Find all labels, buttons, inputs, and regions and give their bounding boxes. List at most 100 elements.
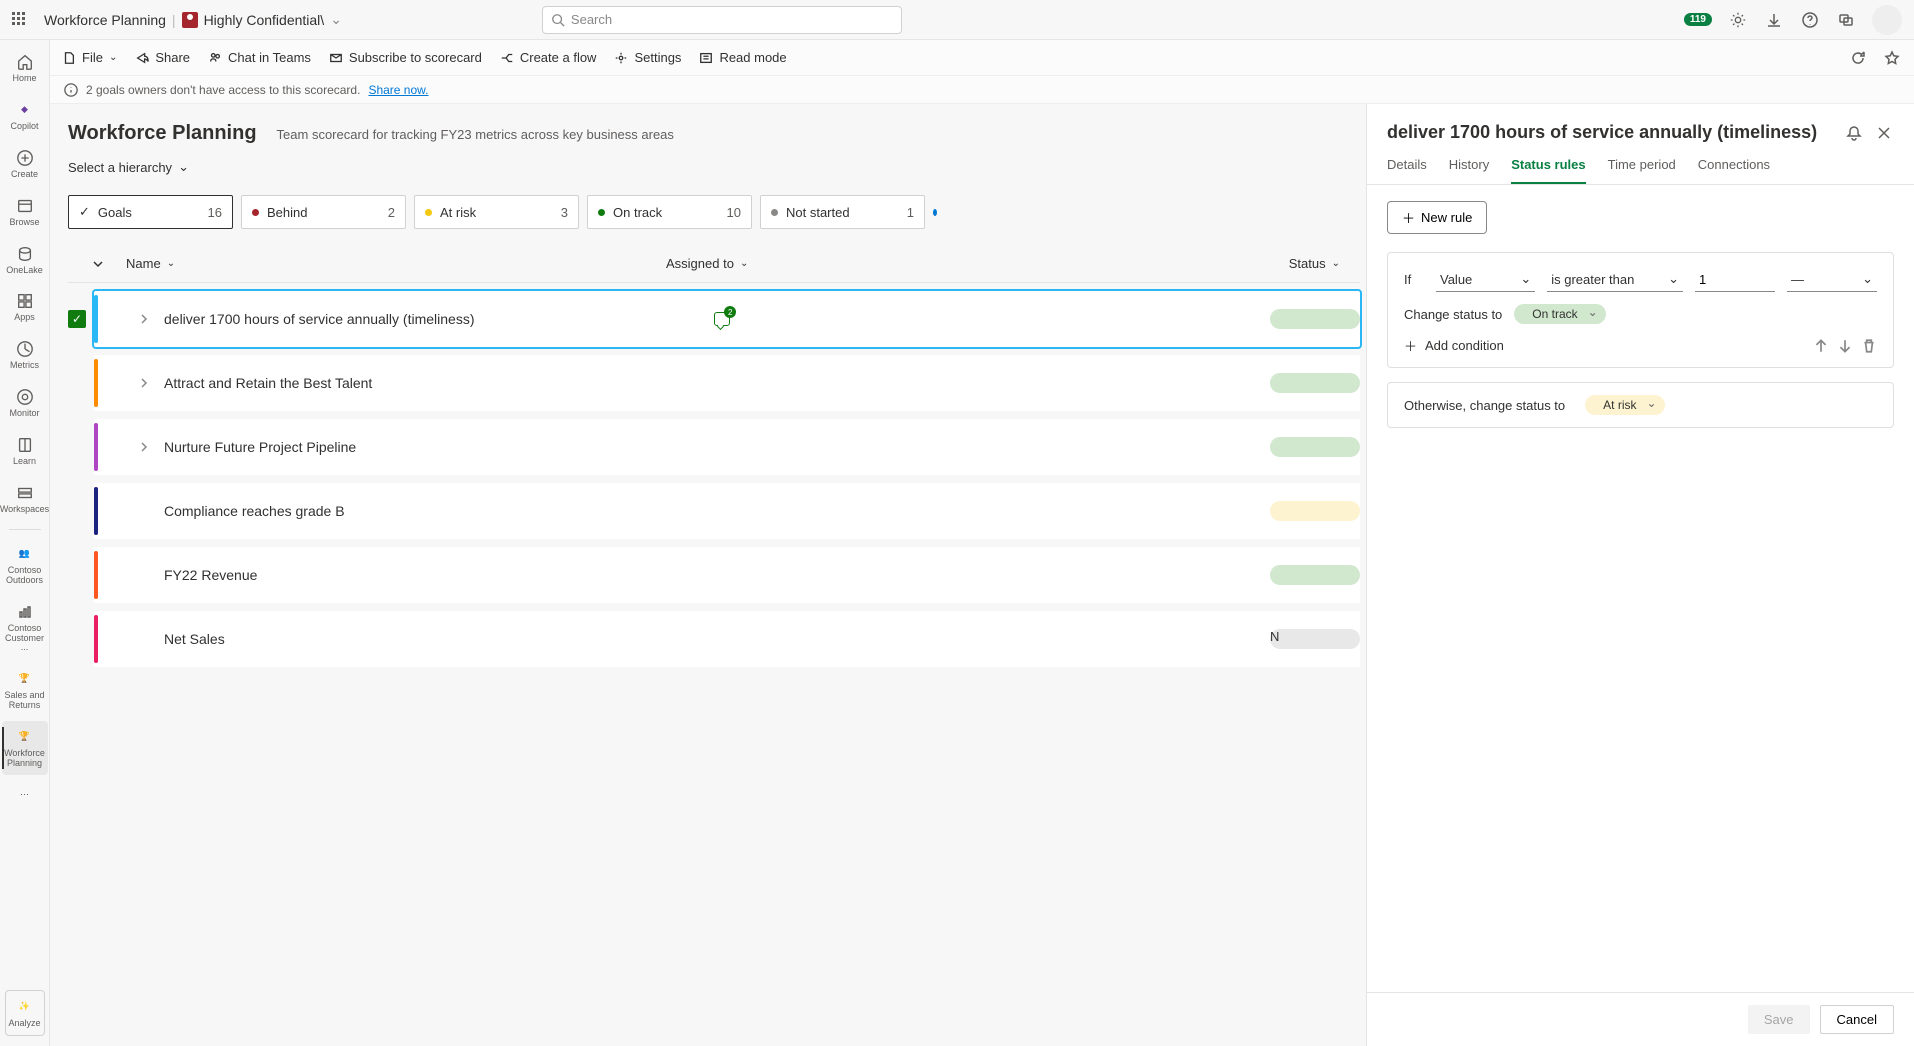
cmd-read[interactable]: Read mode [699, 50, 786, 65]
rail-ws-sales-returns[interactable]: 🏆Sales and Returns [2, 663, 48, 717]
rail-ws-contoso-customer[interactable]: Contoso Customer ... [2, 596, 48, 660]
chevron-down-icon[interactable]: ⌄ [330, 11, 342, 28]
hierarchy-select[interactable]: Select a hierarchy ⌄ [68, 159, 189, 175]
check-icon: ✓ [79, 204, 90, 220]
goal-row[interactable]: Net SalesN [94, 611, 1360, 667]
status-dot [771, 209, 778, 216]
rail-separator [9, 529, 41, 530]
status-select-atrisk[interactable]: At risk [1585, 395, 1664, 415]
rail-workspaces[interactable]: Workspaces [2, 477, 48, 521]
goal-row[interactable]: ✓deliver 1700 hours of service annually … [94, 291, 1360, 347]
move-down-icon[interactable] [1837, 338, 1853, 354]
chevron-down-icon: ⌄ [1520, 271, 1531, 287]
filter-not-started[interactable]: Not started1 [760, 195, 925, 229]
info-bar: 2 goals owners don't have access to this… [50, 76, 1914, 104]
breadcrumb-workspace[interactable]: Workforce Planning [44, 12, 166, 28]
goal-row[interactable]: Nurture Future Project Pipeline [94, 419, 1360, 475]
rail-analyze[interactable]: ✨Analyze [5, 990, 45, 1036]
cmd-share[interactable]: Share [135, 50, 190, 65]
rail-create[interactable]: Create [2, 142, 48, 186]
column-status[interactable]: Status⌄ [1289, 256, 1360, 271]
chevron-down-icon: ⌄ [167, 258, 175, 269]
monitor-icon [15, 387, 35, 407]
cmd-flow[interactable]: Create a flow [500, 50, 597, 65]
rail-ws-workforce-planning[interactable]: 🏆Workforce Planning [2, 721, 48, 775]
cmd-chat[interactable]: Chat in Teams [208, 50, 311, 65]
save-button[interactable]: Save [1748, 1005, 1810, 1034]
cancel-button[interactable]: Cancel [1820, 1005, 1894, 1034]
tab-details[interactable]: Details [1387, 157, 1427, 184]
expand-all-icon[interactable] [92, 258, 104, 270]
chevron-right-icon[interactable] [138, 441, 150, 453]
add-condition-button[interactable]: Add condition [1425, 338, 1504, 353]
goal-row[interactable]: FY22 Revenue [94, 547, 1360, 603]
avatar[interactable] [1872, 5, 1902, 35]
chevron-right-icon[interactable] [138, 377, 150, 389]
filter-at-risk[interactable]: At risk3 [414, 195, 579, 229]
rail-ws-contoso-outdoors[interactable]: 👥Contoso Outdoors [2, 538, 48, 592]
goal-row[interactable]: Compliance reaches grade B [94, 483, 1360, 539]
checkbox-checked[interactable]: ✓ [68, 310, 86, 328]
color-bar [94, 551, 98, 599]
status-select-ontrack[interactable]: On track [1514, 304, 1605, 324]
tab-status-rules[interactable]: Status rules [1511, 157, 1585, 184]
color-bar [94, 487, 98, 535]
cmd-subscribe[interactable]: Subscribe to scorecard [329, 50, 482, 65]
metrics-icon [15, 339, 35, 359]
help-icon[interactable] [1800, 10, 1820, 30]
goal-name: Net Sales [164, 631, 225, 647]
goal-name: Nurture Future Project Pipeline [164, 439, 356, 455]
delete-icon[interactable] [1861, 338, 1877, 354]
breadcrumb-sensitivity[interactable]: Highly Confidential\ [204, 12, 325, 28]
bell-icon[interactable] [1844, 123, 1864, 143]
chart-icon [15, 602, 35, 622]
rail-monitor[interactable]: Monitor [2, 381, 48, 425]
column-assigned[interactable]: Assigned to⌄ [666, 256, 826, 271]
download-icon[interactable] [1764, 10, 1784, 30]
goal-name: FY22 Revenue [164, 567, 257, 583]
chevron-right-icon[interactable] [138, 313, 150, 325]
app-launcher-icon[interactable] [12, 12, 28, 28]
breadcrumb: Workforce Planning | Highly Confidential… [44, 11, 342, 28]
filter-behind[interactable]: Behind2 [241, 195, 406, 229]
filter-on-track[interactable]: On track10 [587, 195, 752, 229]
refresh-icon[interactable] [1848, 48, 1868, 68]
command-bar: File⌄ Share Chat in Teams Subscribe to s… [50, 40, 1914, 76]
feedback-icon[interactable] [1836, 10, 1856, 30]
tab-history[interactable]: History [1449, 157, 1489, 184]
table-header: Name⌄ Assigned to⌄ Status⌄ [68, 245, 1360, 283]
share-now-link[interactable]: Share now. [368, 83, 428, 97]
cmd-file[interactable]: File⌄ [62, 50, 117, 65]
notification-badge[interactable]: 119 [1684, 13, 1712, 26]
goal-list: ✓deliver 1700 hours of service annually … [68, 291, 1360, 667]
tab-time-period[interactable]: Time period [1608, 157, 1676, 184]
rail-apps[interactable]: Apps [2, 285, 48, 329]
rail-home[interactable]: Home [2, 46, 48, 90]
goal-row[interactable]: Attract and Retain the Best Talent [94, 355, 1360, 411]
close-icon[interactable] [1874, 123, 1894, 143]
details-panel: deliver 1700 hours of service annually (… [1366, 104, 1914, 1046]
column-name[interactable]: Name⌄ [126, 256, 666, 271]
move-up-icon[interactable] [1813, 338, 1829, 354]
home-icon [15, 52, 35, 72]
tab-connections[interactable]: Connections [1698, 157, 1770, 184]
rule-threshold-input[interactable] [1695, 268, 1775, 292]
rail-metrics[interactable]: Metrics [2, 333, 48, 377]
settings-icon[interactable] [1728, 10, 1748, 30]
rail-more[interactable]: ⋯ [2, 779, 48, 813]
star-icon[interactable] [1882, 48, 1902, 68]
cmd-settings[interactable]: Settings [614, 50, 681, 65]
rule-field-select[interactable]: Value⌄ [1436, 267, 1535, 292]
status-pill [1270, 437, 1360, 457]
rail-learn[interactable]: Learn [2, 429, 48, 473]
search-input[interactable]: Search [542, 6, 902, 34]
rail-browse[interactable]: Browse [2, 190, 48, 234]
comment-badge[interactable]: 2 [714, 312, 730, 326]
rule-unit-select[interactable]: —⌄ [1787, 267, 1877, 292]
rail-copilot[interactable]: ◆Copilot [2, 94, 48, 138]
filter-bar: ✓Goals16Behind2At risk3On track10Not sta… [68, 195, 1360, 229]
rail-onelake[interactable]: OneLake [2, 238, 48, 282]
rule-operator-select[interactable]: is greater than⌄ [1547, 267, 1683, 292]
filter-goals[interactable]: ✓Goals16 [68, 195, 233, 229]
new-rule-button[interactable]: ＋ New rule [1387, 201, 1487, 234]
